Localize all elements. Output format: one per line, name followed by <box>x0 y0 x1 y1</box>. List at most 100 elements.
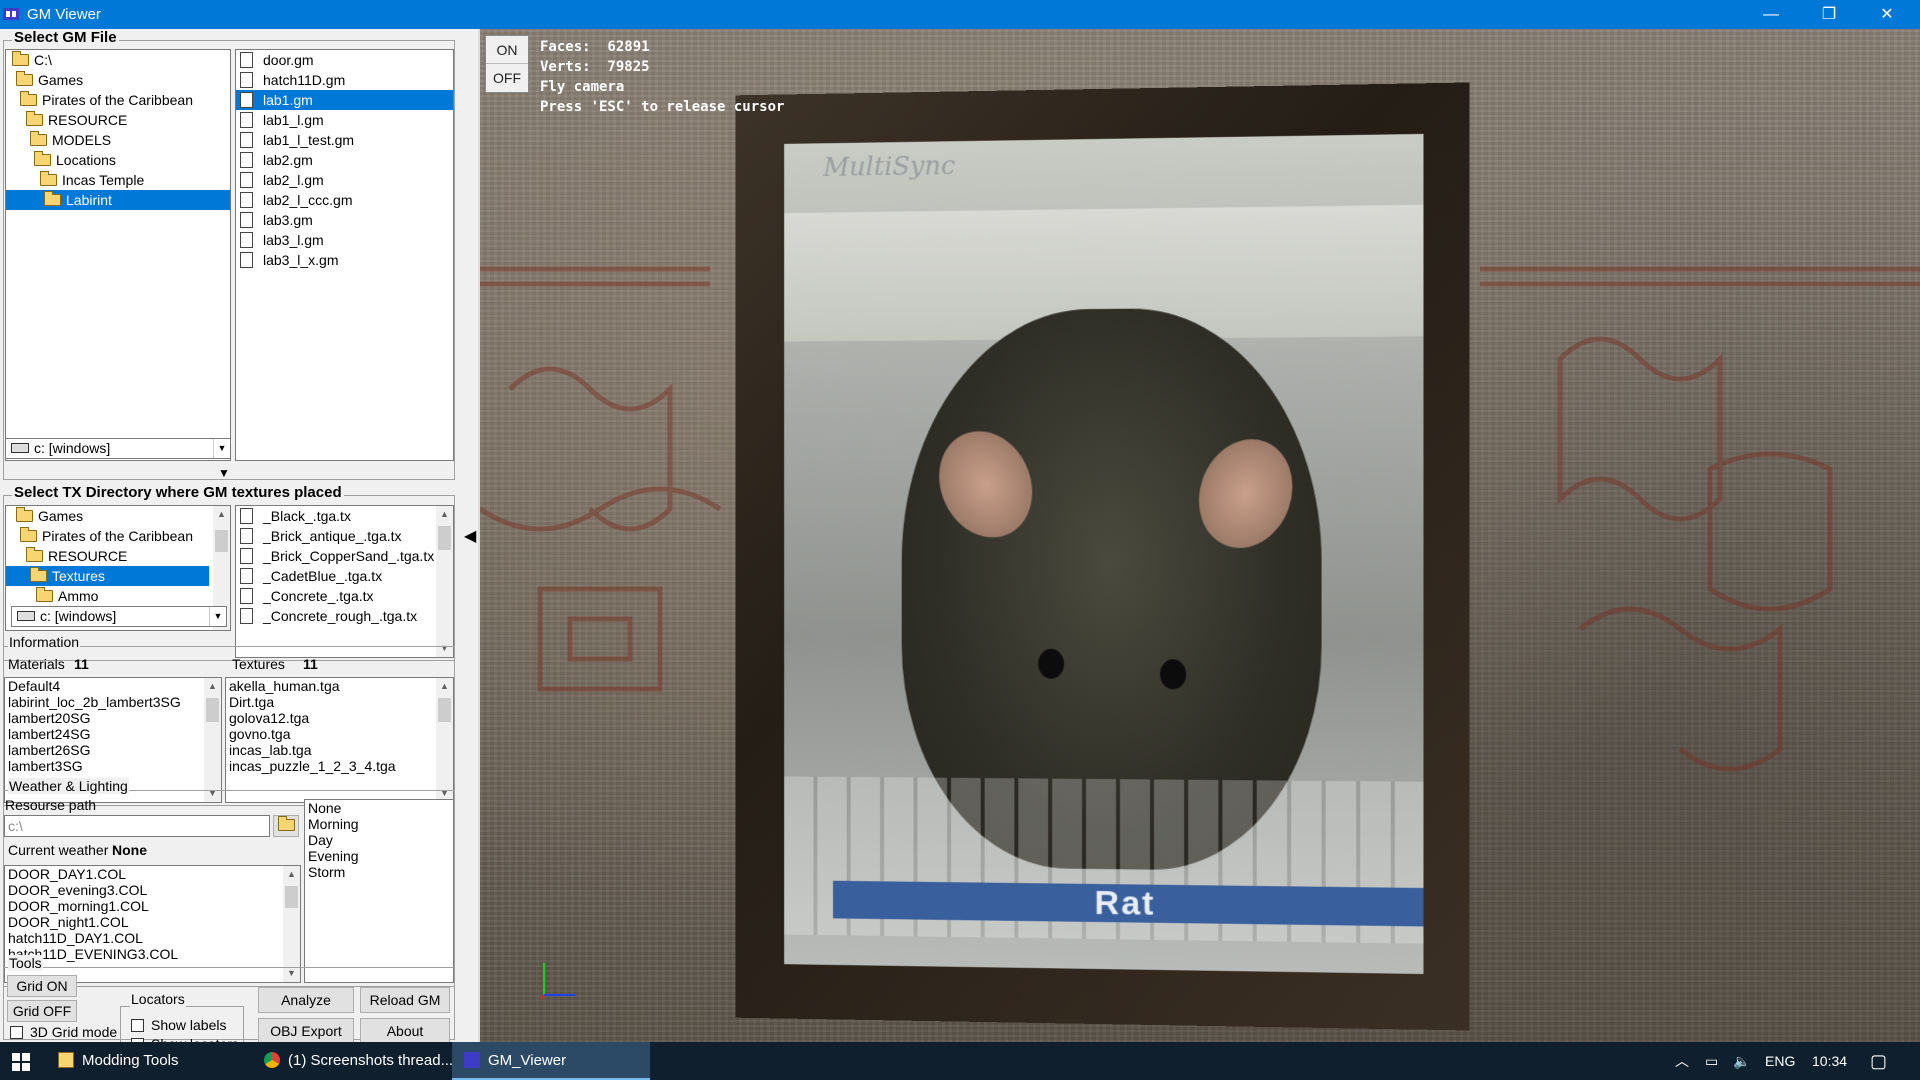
show-labels-checkbox[interactable]: Show labels <box>131 1017 227 1033</box>
list-item[interactable]: govno.tga <box>226 726 453 742</box>
tree-item[interactable]: Incas Temple <box>6 170 230 190</box>
file-item[interactable]: door.gm <box>236 50 453 70</box>
minimize-button[interactable]: — <box>1748 0 1794 29</box>
tx-drive-select[interactable]: c: [windows] ▼ <box>11 606 227 627</box>
list-item[interactable]: lambert26SG <box>5 742 221 758</box>
clock[interactable]: 10:34 <box>1812 1042 1847 1080</box>
scroll-up-icon[interactable]: ▲ <box>283 866 300 883</box>
weather-options-list[interactable]: None Morning Day Evening Storm <box>304 799 454 983</box>
list-item[interactable]: lambert24SG <box>5 726 221 742</box>
file-item[interactable]: lab1_l.gm <box>236 110 453 130</box>
taskbar-item-browser[interactable]: (1) Screenshots thread... <box>252 1042 452 1080</box>
weather-files-list[interactable]: DOOR_DAY1.COL DOOR_evening3.COL DOOR_mor… <box>4 865 301 983</box>
file-item[interactable]: lab3_l.gm <box>236 230 453 250</box>
scroll-up-icon[interactable]: ▲ <box>204 678 221 695</box>
scroll-up-icon[interactable]: ▲ <box>436 678 453 695</box>
checkbox-icon[interactable] <box>10 1026 23 1039</box>
browse-folder-button[interactable] <box>273 815 299 837</box>
tree-item[interactable]: Ammo <box>6 586 230 606</box>
tree-item[interactable]: Games <box>6 70 230 90</box>
close-button[interactable]: ✕ <box>1864 0 1910 29</box>
tree-item[interactable]: Pirates of the Caribbean <box>6 90 230 110</box>
collapse-left-arrow-icon[interactable]: ◀ <box>464 526 476 546</box>
tree-item[interactable]: C:\ <box>6 50 230 70</box>
list-item[interactable]: Evening <box>305 848 453 864</box>
tree-item[interactable]: Games <box>6 506 230 526</box>
file-item[interactable]: lab2_l_ccc.gm <box>236 190 453 210</box>
tree-item[interactable]: RESOURCE <box>6 110 230 130</box>
textures-scrollbar[interactable]: ▲ ▼ <box>436 678 453 802</box>
scroll-thumb[interactable] <box>438 526 451 550</box>
collapse-down-arrow-icon[interactable]: ▼ <box>218 466 230 480</box>
notifications-icon[interactable]: ▢ <box>1870 1042 1887 1080</box>
list-item[interactable]: hatch11D_EVENING3.COL <box>5 946 300 962</box>
list-item[interactable]: lambert3SG <box>5 758 221 774</box>
tree-item-selected[interactable]: Labirint <box>6 190 230 210</box>
file-item[interactable]: _Brick_antique_.tga.tx <box>236 526 453 546</box>
list-item[interactable]: Default4 <box>5 678 221 694</box>
list-item[interactable]: DOOR_morning1.COL <box>5 898 300 914</box>
resource-path-input[interactable]: c:\ <box>4 815 270 837</box>
file-item[interactable]: _Brick_CopperSand_.tga.tx <box>236 546 453 566</box>
file-item[interactable]: lab3_l_x.gm <box>236 250 453 270</box>
gm-drive-select[interactable]: c: [windows] ▼ <box>5 438 231 459</box>
file-item[interactable]: hatch11D.gm <box>236 70 453 90</box>
chevron-down-icon[interactable]: ▼ <box>209 607 226 626</box>
list-item[interactable]: DOOR_evening3.COL <box>5 882 300 898</box>
taskbar-item-gm-viewer[interactable]: GM_Viewer <box>452 1042 650 1080</box>
list-item[interactable]: DOOR_DAY1.COL <box>5 866 300 882</box>
file-item[interactable]: _CadetBlue_.tga.tx <box>236 566 453 586</box>
file-item[interactable]: _Concrete_rough_.tga.tx <box>236 606 453 626</box>
maximize-button[interactable]: ❐ <box>1806 0 1852 29</box>
tree-item[interactable]: MODELS <box>6 130 230 150</box>
checkbox-icon[interactable] <box>131 1019 144 1032</box>
obj-export-button[interactable]: OBJ Export <box>258 1018 354 1044</box>
grid-on-button[interactable]: Grid ON <box>7 975 77 997</box>
scroll-thumb[interactable] <box>215 530 228 552</box>
scroll-thumb[interactable] <box>285 886 298 908</box>
scroll-thumb[interactable] <box>438 698 451 722</box>
file-item-selected[interactable]: lab1.gm <box>236 90 453 110</box>
scroll-thumb[interactable] <box>206 698 219 722</box>
on-button[interactable]: ON <box>486 36 528 64</box>
3d-grid-mode-checkbox[interactable]: 3D Grid mode <box>10 1024 117 1040</box>
language-indicator[interactable]: ENG <box>1765 1042 1795 1080</box>
list-item[interactable]: Morning <box>305 816 453 832</box>
scroll-up-icon[interactable]: ▲ <box>213 506 230 523</box>
tree-item[interactable]: Locations <box>6 150 230 170</box>
file-item[interactable]: lab2.gm <box>236 150 453 170</box>
gm-file-list[interactable]: door.gm hatch11D.gm lab1.gm lab1_l.gm la… <box>235 49 454 461</box>
scroll-up-icon[interactable]: ▲ <box>436 506 453 523</box>
file-item[interactable]: lab3.gm <box>236 210 453 230</box>
list-item[interactable]: hatch11D_DAY1.COL <box>5 930 300 946</box>
analyze-button[interactable]: Analyze <box>258 987 354 1013</box>
file-item[interactable]: lab2_l.gm <box>236 170 453 190</box>
list-item[interactable]: labirint_loc_2b_lambert3SG <box>5 694 221 710</box>
taskbar-item-modding-tools[interactable]: Modding Tools <box>46 1042 252 1080</box>
list-item[interactable]: Day <box>305 832 453 848</box>
file-item[interactable]: _Black_.tga.tx <box>236 506 453 526</box>
list-item[interactable]: Storm <box>305 864 453 880</box>
weather-files-scrollbar[interactable]: ▲ ▼ <box>283 866 300 982</box>
grid-off-button[interactable]: Grid OFF <box>7 1000 77 1022</box>
materials-scrollbar[interactable]: ▲ ▼ <box>204 678 221 802</box>
tx-file-list[interactable]: _Black_.tga.tx _Brick_antique_.tga.tx _B… <box>235 505 454 658</box>
show-hidden-icons-icon[interactable]: ︿ <box>1675 1042 1689 1080</box>
list-item[interactable]: golova12.tga <box>226 710 453 726</box>
off-button[interactable]: OFF <box>486 64 528 92</box>
about-button[interactable]: About <box>360 1018 450 1044</box>
file-item[interactable]: lab1_l_test.gm <box>236 130 453 150</box>
list-item[interactable]: None <box>305 800 453 816</box>
gm-folder-tree[interactable]: C:\ Games Pirates of the Caribbean RESOU… <box>5 49 231 461</box>
list-item[interactable]: Dirt.tga <box>226 694 453 710</box>
list-item[interactable]: incas_puzzle_1_2_3_4.tga <box>226 758 453 774</box>
list-item[interactable]: lambert20SG <box>5 710 221 726</box>
reload-gm-button[interactable]: Reload GM <box>360 987 450 1013</box>
tree-item[interactable]: RESOURCE <box>6 546 230 566</box>
3d-viewport[interactable]: MultiSync Rat ON OFF Faces: 62891 Verts: … <box>480 29 1920 1042</box>
windows-start-icon[interactable] <box>12 1053 30 1071</box>
list-item[interactable]: incas_lab.tga <box>226 742 453 758</box>
textures-list[interactable]: akella_human.tga Dirt.tga golova12.tga g… <box>225 677 454 803</box>
battery-icon[interactable]: ▭ <box>1705 1042 1718 1080</box>
tx-file-scrollbar[interactable]: ▲ ▼ <box>436 506 453 657</box>
